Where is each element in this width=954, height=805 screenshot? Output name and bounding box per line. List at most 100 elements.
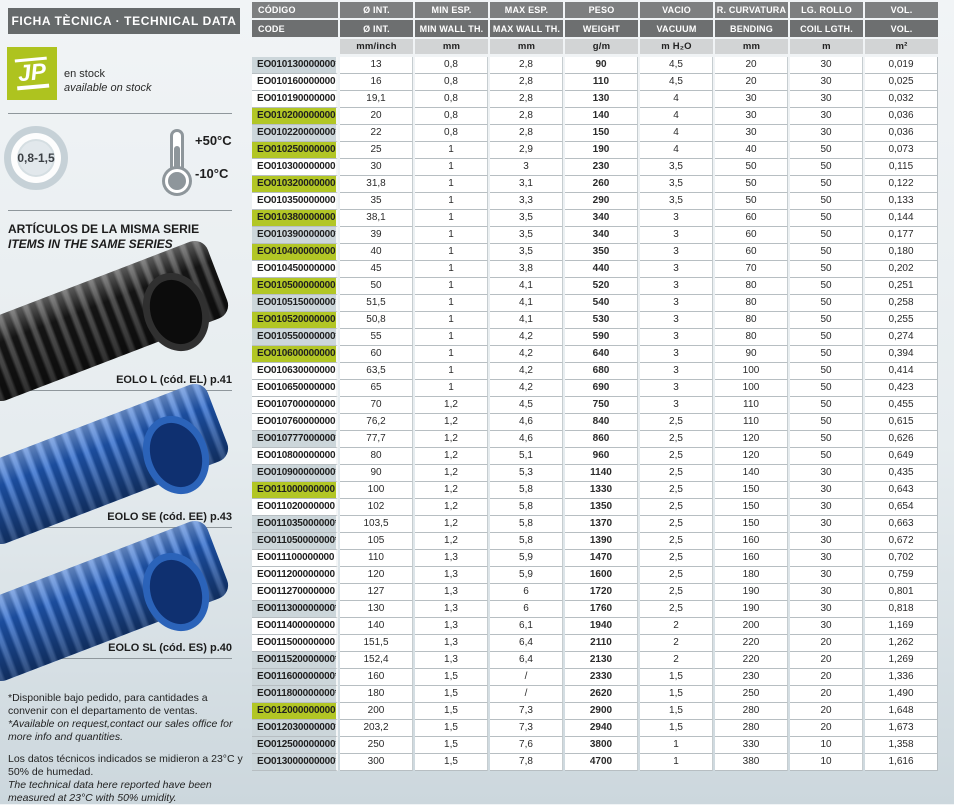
table-row: EO010515000000*51,514,1540380500,258 — [252, 295, 938, 312]
header-cell: VOL. — [865, 2, 938, 18]
value-cell: 60 — [715, 244, 788, 261]
value-cell: 20 — [790, 703, 863, 720]
value-cell: 3 — [640, 346, 713, 363]
code-cell: EO010650000000 — [252, 380, 338, 397]
code-cell: EO011100000000 — [252, 550, 338, 567]
value-cell: 1470 — [565, 550, 638, 567]
value-cell: 45 — [340, 261, 413, 278]
value-cell: 50 — [790, 397, 863, 414]
value-cell: 127 — [340, 584, 413, 601]
value-cell: 350 — [565, 244, 638, 261]
value-cell: 50 — [790, 295, 863, 312]
value-cell: 50 — [715, 159, 788, 176]
code-cell: EO011300000000* — [252, 601, 338, 618]
header-cell: MIN WALL TH. — [415, 20, 488, 37]
value-cell: 200 — [340, 703, 413, 720]
value-cell: 50,8 — [340, 312, 413, 329]
footnote-en-2: The technical data here reported have be… — [8, 779, 246, 805]
code-cell: EO010520000000 — [252, 312, 338, 329]
thermometer-bulb — [165, 169, 189, 193]
value-cell: 0,258 — [865, 295, 938, 312]
value-cell: 1140 — [565, 465, 638, 482]
value-cell: 300 — [340, 754, 413, 771]
units-cell: mm — [415, 39, 488, 54]
value-cell: 3 — [640, 278, 713, 295]
related-products: EOLO L (cód. EL) p.41 EOLO SE (cód. EE) … — [8, 248, 232, 659]
value-cell: 1 — [415, 346, 488, 363]
value-cell: 4700 — [565, 754, 638, 771]
code-cell: EO010390000000* — [252, 227, 338, 244]
value-cell: 30 — [790, 550, 863, 567]
value-cell: 1 — [415, 176, 488, 193]
value-cell: 3,5 — [640, 176, 713, 193]
value-cell: 0,8 — [415, 57, 488, 74]
value-cell: 180 — [340, 686, 413, 703]
value-cell: 150 — [715, 482, 788, 499]
value-cell: 3 — [640, 227, 713, 244]
value-cell: 2,5 — [640, 431, 713, 448]
table-row: EO0110000000001001,25,813302,5150300,643 — [252, 482, 938, 499]
code-cell: EO010600000000 — [252, 346, 338, 363]
value-cell: 50 — [790, 346, 863, 363]
value-cell: 50 — [790, 431, 863, 448]
spec-table-header-row-es: CÓDIGOØ INT.MIN ESP.MAX ESP.PESOVACIOR. … — [252, 2, 938, 18]
spec-table: CÓDIGOØ INT.MIN ESP.MAX ESP.PESOVACIOR. … — [252, 2, 938, 771]
value-cell: 20 — [790, 720, 863, 737]
value-cell: 151,5 — [340, 635, 413, 652]
units-cell: m — [790, 39, 863, 54]
code-cell: EO010630000000 — [252, 363, 338, 380]
value-cell: 6,1 — [490, 618, 563, 635]
table-row: EO012030000000*203,21,57,329401,5280201,… — [252, 720, 938, 737]
product-eolo-l: EOLO L (cód. EL) p.41 — [8, 248, 232, 391]
value-cell: 70 — [715, 261, 788, 278]
header-cell: MAX ESP. — [490, 2, 563, 18]
table-row: EO010550000000*5514,2590380500,274 — [252, 329, 938, 346]
footnote-es-1: *Disponible bajo pedido, para cantidades… — [8, 692, 246, 718]
value-cell: 7,3 — [490, 703, 563, 720]
value-cell: 0,255 — [865, 312, 938, 329]
value-cell: 2 — [640, 618, 713, 635]
value-cell: 2,5 — [640, 465, 713, 482]
value-cell: 2,9 — [490, 142, 563, 159]
value-cell: 0,025 — [865, 74, 938, 91]
header-cell: PESO — [565, 2, 638, 18]
value-cell: 120 — [340, 567, 413, 584]
value-cell: 1,3 — [415, 652, 488, 669]
value-cell: 150 — [715, 516, 788, 533]
code-cell: EO011035000000* — [252, 516, 338, 533]
code-cell: EO010777000000* — [252, 431, 338, 448]
value-cell: 280 — [715, 703, 788, 720]
value-cell: 50 — [340, 278, 413, 295]
code-cell: EO010550000000* — [252, 329, 338, 346]
value-cell: 1350 — [565, 499, 638, 516]
value-cell: 51,5 — [340, 295, 413, 312]
value-cell: 1,3 — [415, 618, 488, 635]
value-cell: 30 — [790, 465, 863, 482]
hose-image — [4, 532, 224, 644]
datasheet-page: { "colors": { "accent_green": "#b2c625",… — [0, 0, 954, 804]
table-row: EO0103500000003513,32903,550500,133 — [252, 193, 938, 210]
table-row: EO010777000000*77,71,24,68602,5120500,62… — [252, 431, 938, 448]
value-cell: 150 — [565, 125, 638, 142]
code-cell: EO011020000000 — [252, 499, 338, 516]
table-row: EO0106500000006514,26903100500,423 — [252, 380, 938, 397]
value-cell: 50 — [790, 261, 863, 278]
table-row: EO0104000000004013,5350360500,180 — [252, 244, 938, 261]
table-row: EO011600000000*1601,5/23301,5230201,336 — [252, 669, 938, 686]
thermometer-icon — [164, 129, 190, 193]
value-cell: 190 — [715, 601, 788, 618]
value-cell: 0,455 — [865, 397, 938, 414]
value-cell: 35 — [340, 193, 413, 210]
value-cell: 2,5 — [640, 516, 713, 533]
table-row: EO01019000000019,10,82,8130430300,032 — [252, 91, 938, 108]
value-cell: 0,672 — [865, 533, 938, 550]
wall-thickness-badge: 0,8-1,5 — [4, 126, 68, 190]
value-cell: 0,423 — [865, 380, 938, 397]
code-cell: EO011500000000 — [252, 635, 338, 652]
value-cell: 90 — [715, 346, 788, 363]
value-cell: 1,5 — [415, 720, 488, 737]
units-cell — [252, 39, 338, 54]
value-cell: 50 — [790, 380, 863, 397]
value-cell: 5,9 — [490, 550, 563, 567]
value-cell: 1,3 — [415, 550, 488, 567]
